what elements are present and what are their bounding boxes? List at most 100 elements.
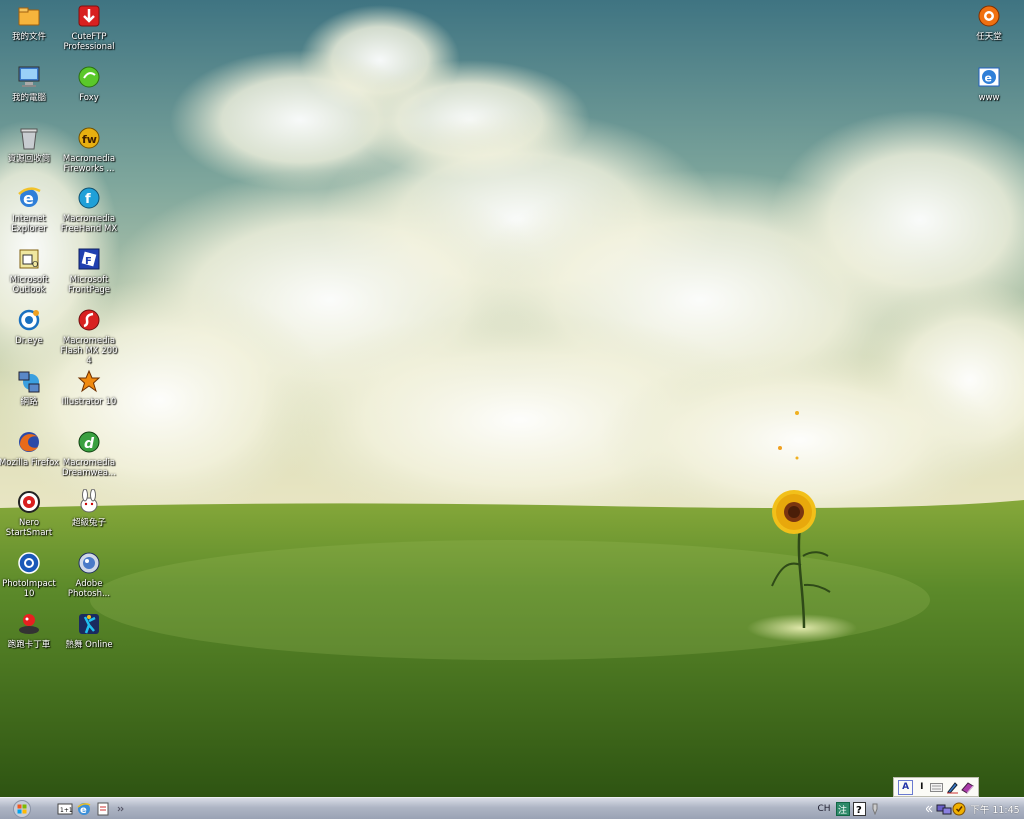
security-tray-icon[interactable] — [952, 801, 966, 817]
language-bar[interactable]: A I — [893, 777, 979, 797]
chevron-icon[interactable] — [925, 801, 935, 817]
internet-explorer-icon: e — [18, 187, 41, 208]
system-tray: CH 注 ? 下午 11:45 — [812, 798, 1024, 819]
svg-text:注: 注 — [838, 804, 847, 816]
recycle-bin-icon — [20, 128, 38, 150]
ime-width-icon[interactable]: I — [915, 781, 928, 794]
clock-label: 下午 11:45 — [970, 805, 1020, 816]
ime-mode-icon[interactable]: A — [898, 779, 914, 795]
desktop-shortcut-label: www — [978, 93, 1000, 103]
desktop-shortcut-left-7[interactable]: Mozilla Firefox — [0, 429, 60, 468]
desktop-shortcut-left-3[interactable]: e Internet Explorer — [0, 185, 60, 234]
svg-text:d: d — [84, 436, 95, 452]
fireworks-icon: fw — [78, 127, 100, 149]
dreamweaver-icon: d — [78, 431, 100, 453]
notepad-icon[interactable] — [95, 801, 111, 817]
desktop-shortcut-col2-9[interactable]: Adobe Photosh... — [58, 550, 120, 599]
desktop-shortcut-label: Internet Explorer — [11, 214, 47, 234]
freehand-icon: f — [78, 187, 100, 209]
svg-text:O: O — [32, 260, 38, 269]
desktop-shortcut-label: 跑跑卡丁車 — [7, 640, 51, 650]
desktop-shortcut-col2-1[interactable]: Foxy — [58, 64, 120, 103]
input-method-icon[interactable]: 注 — [835, 801, 851, 817]
show-desktop-icon[interactable]: 1+1 — [57, 801, 73, 817]
ime-dictionary-icon[interactable] — [961, 781, 974, 794]
ime-mode-label: A — [902, 782, 910, 792]
clock[interactable]: 下午 11:45 — [968, 801, 1022, 817]
ime-width-label: I — [920, 782, 924, 792]
desktop-shortcut-label: 我的電腦 — [11, 93, 46, 103]
photoimpact-icon — [18, 552, 40, 574]
desktop-shortcut-left-4[interactable]: O Microsoft Outlook — [0, 246, 60, 295]
svg-text:fw: fw — [82, 133, 97, 146]
illustrator-icon — [77, 369, 101, 393]
svg-text:1+1: 1+1 — [60, 807, 73, 814]
desktop-shortcut-col2-6[interactable]: Illustrator 10 — [58, 368, 120, 407]
taskbar[interactable]: 1+1 e CH 注 ? 下午 11:45 — [0, 797, 1024, 819]
help-icon[interactable]: ? — [852, 801, 866, 817]
desktop-shortcut-label: Macromedia Flash MX 2004 — [60, 336, 118, 366]
network-icon — [18, 371, 40, 393]
super-rabbit-icon — [80, 489, 98, 513]
desktop-shortcut-col2-5[interactable]: Macromedia Flash MX 2004 — [58, 307, 120, 366]
svg-text:f: f — [85, 192, 91, 207]
cuteftp-icon — [78, 5, 100, 27]
desktop-shortcut-left-10[interactable]: 跑跑卡丁車 — [0, 611, 60, 650]
desktop-shortcut-label: 超級兔子 — [71, 518, 106, 528]
firefox-icon — [19, 432, 39, 452]
desktop-shortcut-col2-0[interactable]: CuteFTP Professional — [58, 3, 120, 52]
svg-text:F: F — [85, 256, 92, 267]
start-button[interactable] — [8, 798, 36, 819]
desktop-shortcut-left-6[interactable]: 網路 — [0, 368, 60, 407]
svg-text:?: ? — [856, 805, 862, 816]
desktop-shortcut-label: PhotoImpact 10 — [2, 579, 56, 599]
desktop-shortcut-label: Foxy — [79, 93, 99, 103]
desktop-shortcut-left-5[interactable]: Dr.eye — [0, 307, 60, 346]
desktop-shortcut-left-8[interactable]: Nero StartSmart — [0, 489, 60, 538]
desktop-shortcut-label: Macromedia Dreamwea... — [61, 458, 117, 478]
wallpaper — [0, 0, 1024, 797]
frontpage-icon: F — [78, 248, 100, 270]
quicklaunch-chevron-icon[interactable] — [116, 801, 124, 817]
svg-text:e: e — [23, 189, 34, 208]
desktop-shortcut-col2-8[interactable]: 超級兔子 — [58, 489, 120, 528]
computer-icon — [18, 66, 40, 87]
svg-text:e: e — [985, 72, 992, 85]
desktop-shortcut-col2-3[interactable]: f Macromedia FreeHand MX — [58, 185, 120, 234]
desktop-shortcut-col2-4[interactable]: F Microsoft FrontPage — [58, 246, 120, 295]
desktop-shortcut-label: CuteFTP Professional — [63, 32, 115, 52]
flash-icon — [78, 309, 100, 331]
network-tray-icon[interactable] — [936, 801, 952, 817]
ime-pen-icon[interactable] — [946, 781, 959, 794]
desktop[interactable]: 我的文件 我的電腦 資源回收筒 e Internet Explorer O Microsof… — [0, 0, 1024, 797]
desktop-shortcut-label: Macromedia Fireworks ... — [62, 154, 116, 174]
desktop-shortcut-label: 網路 — [20, 397, 38, 407]
desktop-shortcut-left-1[interactable]: 我的電腦 — [0, 64, 60, 103]
photoshop-icon — [78, 552, 100, 574]
desktop-shortcut-label: Illustrator 10 — [61, 397, 117, 407]
language-indicator[interactable]: CH — [816, 801, 832, 817]
desktop-shortcut-label: Mozilla Firefox — [0, 458, 60, 468]
ie-quicklaunch-icon[interactable]: e — [76, 801, 92, 817]
www-shortcut-icon: e — [978, 67, 1000, 87]
desktop-shortcut-label: 資源回收筒 — [7, 154, 51, 164]
desktop-shortcut-col2-7[interactable]: d Macromedia Dreamwea... — [58, 429, 120, 478]
desktop-shortcut-right-1[interactable]: e www — [958, 64, 1020, 103]
desktop-shortcut-col2-10[interactable]: 熱舞 Online — [58, 611, 120, 650]
desktop-shortcut-label: 熱舞 Online — [65, 640, 113, 650]
language-label: CH — [817, 804, 831, 814]
windows-start-icon — [13, 799, 31, 818]
ime-keyboard-icon[interactable] — [930, 781, 944, 794]
tray-pin-icon[interactable] — [870, 801, 880, 817]
desktop-shortcut-label: Microsoft FrontPage — [67, 275, 111, 295]
desktop-shortcut-right-0[interactable]: 任天堂 — [958, 3, 1020, 42]
desktop-shortcut-col2-2[interactable]: fw Macromedia Fireworks ... — [58, 125, 120, 174]
dance-online-icon — [79, 614, 99, 634]
foxy-icon — [78, 66, 100, 88]
desktop-shortcut-left-0[interactable]: 我的文件 — [0, 3, 60, 42]
desktop-shortcut-label: Nero StartSmart — [5, 518, 53, 538]
desktop-shortcut-left-2[interactable]: 資源回收筒 — [0, 125, 60, 164]
desktop-shortcut-left-9[interactable]: PhotoImpact 10 — [0, 550, 60, 599]
kartrider-icon — [19, 614, 39, 634]
desktop-shortcut-label: Dr.eye — [15, 336, 43, 346]
